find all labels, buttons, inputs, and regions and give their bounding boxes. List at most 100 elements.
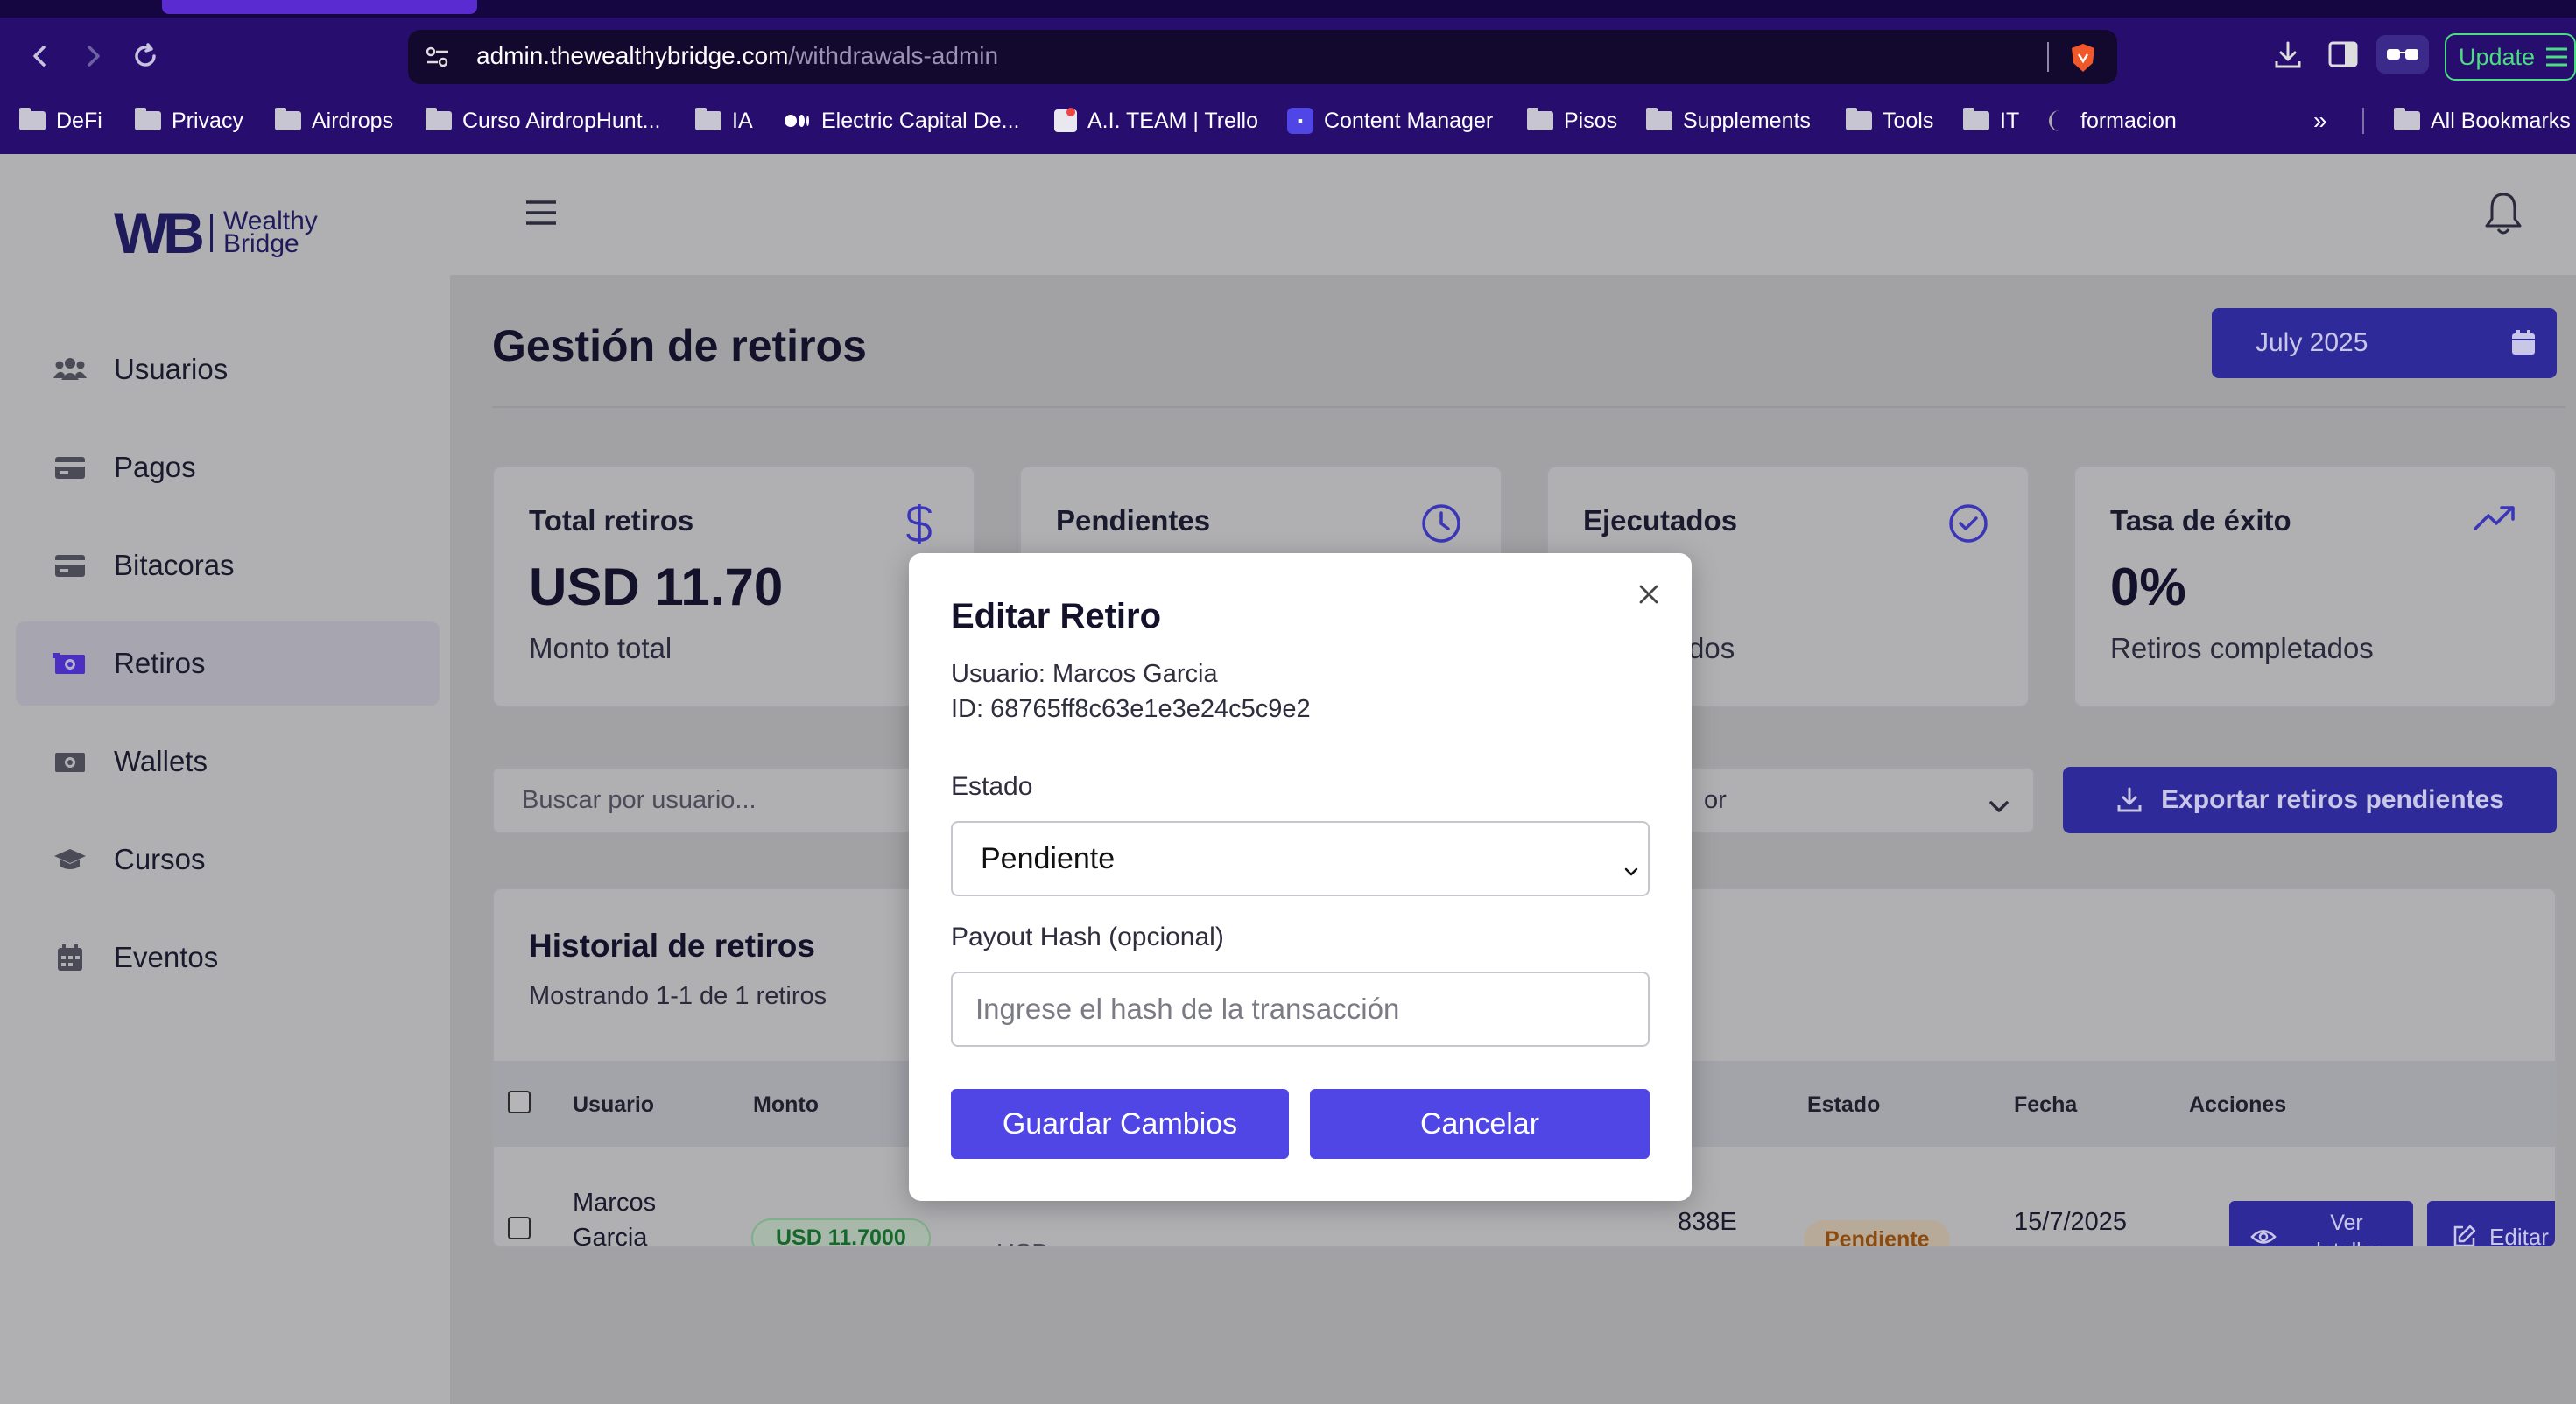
reader-glasses-icon[interactable] [2376, 35, 2429, 74]
reload-icon[interactable] [128, 39, 163, 74]
sidebar-item-wallets[interactable]: Wallets [16, 720, 440, 804]
bookmark-label: Supplements [1683, 108, 1811, 133]
money-icon [53, 653, 85, 674]
row-checkbox[interactable] [508, 1217, 531, 1239]
status-filter-select[interactable]: or [1685, 767, 2035, 833]
sidebar-item-usuarios[interactable]: Usuarios [16, 327, 440, 411]
bookmark-label: Content Manager [1324, 108, 1494, 133]
sidebar-item-label: Bitacoras [114, 549, 235, 581]
bell-icon[interactable] [2481, 189, 2525, 242]
edit-button[interactable]: Editar [2427, 1201, 2555, 1246]
sidebar-toggle-icon[interactable] [2327, 39, 2359, 74]
stat-subtitle: Monto total [529, 632, 672, 664]
modal-id: ID: 68765ff8c63e1e3e24c5c9e2 [951, 695, 1311, 723]
edit-withdrawal-modal: Editar Retiro Usuario: Marcos Garcia ID:… [909, 553, 1692, 1201]
modal-user: Usuario: Marcos Garcia [951, 660, 1218, 688]
bookmark-folder[interactable]: IA [695, 105, 753, 137]
download-icon[interactable] [2271, 39, 2305, 76]
save-changes-label: Guardar Cambios [1002, 1106, 1238, 1141]
forward-icon[interactable] [75, 39, 110, 74]
top-header [450, 154, 2576, 275]
brave-shield-icon[interactable] [2068, 42, 2098, 78]
bookmarks-bar: DeFi Privacy Airdrops Curso AirdropHunt.… [0, 100, 2576, 140]
logo[interactable]: WB Wealthy Bridge [114, 200, 318, 266]
bookmark-link[interactable]: A.I. TEAM | Trello [1054, 105, 1258, 137]
update-button[interactable]: Update [2445, 33, 2576, 81]
payout-hash-input[interactable]: Ingrese el hash de la transacción [951, 972, 1650, 1047]
card-icon [55, 457, 85, 479]
bookmark-folder[interactable]: DeFi [19, 105, 102, 137]
column-header: Estado [1807, 1092, 1881, 1117]
logo-wordmark: Wealthy Bridge [223, 208, 318, 257]
bookmark-folder[interactable]: Tools [1846, 105, 1933, 137]
sidebar-item-bitacoras[interactable]: Bitacoras [16, 523, 440, 607]
money-icon [55, 753, 85, 772]
all-bookmarks-label: All Bookmarks [2431, 108, 2571, 133]
column-header: Usuario [573, 1092, 655, 1117]
bookmark-folder[interactable]: Supplements [1646, 105, 1811, 137]
site-settings-icon[interactable] [424, 44, 452, 74]
modal-title: Editar Retiro [951, 597, 1162, 635]
status-badge: Pendiente [1804, 1220, 1951, 1246]
bookmark-label: Pisos [1564, 108, 1618, 133]
cancel-label: Cancelar [1419, 1106, 1540, 1141]
bookmark-folder[interactable]: Pisos [1527, 105, 1617, 137]
stat-value: USD 11.70 [529, 558, 784, 616]
folder-icon [426, 108, 452, 130]
bookmark-link[interactable]: Electric Capital De... [785, 105, 1019, 137]
bookmark-label: Airdrops [312, 108, 394, 133]
bookmark-folder[interactable]: IT [1963, 105, 2019, 137]
bookmark-separator [2362, 105, 2364, 137]
sidebar-item-label: Pagos [114, 451, 196, 483]
bookmark-folder[interactable]: Privacy [135, 105, 243, 137]
cancel-button[interactable]: Cancelar [1310, 1089, 1650, 1159]
history-title: Historial de retiros [529, 928, 815, 964]
bookmark-folder[interactable]: Curso AirdropHunt... [426, 105, 661, 137]
chevron-down-icon [1988, 793, 2010, 822]
hash-field-label: Payout Hash (opcional) [951, 923, 1224, 951]
url-text[interactable]: admin.thewealthybridge.com/withdrawals-a… [476, 42, 998, 70]
more-bookmarks-icon[interactable]: » [2313, 105, 2327, 137]
select-all-checkbox[interactable] [508, 1091, 531, 1113]
payout-hash-placeholder: Ingrese el hash de la transacción [975, 993, 1400, 1025]
stat-card-tasa-exito: Tasa de éxito 0% Retiros completados [2073, 466, 2557, 707]
folder-icon [1527, 108, 1553, 130]
all-bookmarks[interactable]: All Bookmarks [2394, 105, 2571, 137]
back-icon[interactable] [23, 39, 58, 74]
url-path: /withdrawals-admin [788, 42, 999, 69]
sidebar-item-pagos[interactable]: Pagos [16, 425, 440, 509]
bookmark-folder[interactable]: Airdrops [275, 105, 393, 137]
sidebar-item-retiros[interactable]: Retiros [16, 621, 440, 706]
export-label: Exportar retiros pendientes [2161, 785, 2504, 814]
calendar-icon [2509, 329, 2537, 364]
month-picker[interactable]: July 2025 [2212, 308, 2557, 378]
export-pending-button[interactable]: Exportar retiros pendientes [2063, 767, 2557, 833]
sidebar-item-eventos[interactable]: Eventos [16, 916, 440, 1000]
active-tab[interactable] [162, 0, 477, 14]
folder-icon [1846, 108, 1872, 130]
chevron-down-icon [1622, 853, 1641, 887]
bookmark-link[interactable]: ▪ Content Manager [1287, 105, 1493, 137]
stat-value: 0% [2110, 558, 2186, 616]
sidebar: WB Wealthy Bridge Usuarios Pagos Bitacora… [0, 154, 450, 1404]
sidebar-item-label: Wallets [114, 745, 208, 777]
crescent-icon [2049, 110, 2070, 131]
hamburger-menu-icon[interactable] [524, 198, 559, 232]
check-circle-icon [1947, 502, 1989, 549]
view-details-button[interactable]: Ver detalles [2229, 1201, 2413, 1246]
logo-divider [209, 214, 213, 252]
close-icon[interactable] [1637, 583, 1660, 610]
sidebar-item-cursos[interactable]: Cursos [16, 818, 440, 902]
users-icon [53, 358, 87, 380]
medium-icon [785, 111, 811, 130]
status-field-label: Estado [951, 772, 1033, 801]
clock-icon [1420, 502, 1462, 549]
address-bar[interactable]: admin.thewealthybridge.com/withdrawals-a… [408, 30, 2117, 84]
bookmark-label: Curso AirdropHunt... [462, 108, 661, 133]
save-changes-button[interactable]: Guardar Cambios [951, 1089, 1289, 1159]
bookmark-link[interactable]: formacion [2049, 105, 2177, 137]
row-hash: 838E [1678, 1208, 1737, 1236]
search-input[interactable]: Buscar por usuario... [492, 767, 947, 833]
status-select[interactable]: Pendiente [951, 821, 1650, 896]
trending-up-icon [2473, 502, 2516, 538]
